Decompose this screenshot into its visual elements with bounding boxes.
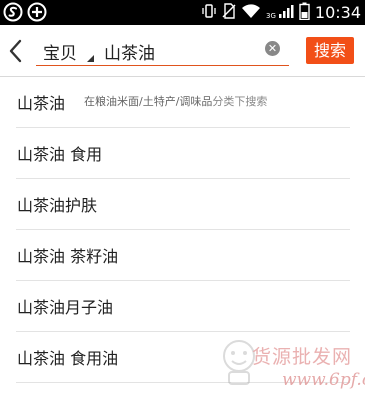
signal-icon (278, 3, 294, 23)
suggestion-text: 山茶油 食用 (17, 145, 103, 164)
search-box[interactable]: 宝贝 山茶油 ✕ (36, 32, 289, 66)
search-scope-selector[interactable]: 宝贝 (43, 39, 77, 64)
search-button[interactable]: 搜索 (306, 37, 354, 64)
suggestion-text: 山茶油护肤 (17, 196, 98, 215)
wifi-icon (241, 3, 261, 23)
category-hint-categories: 在粮油米面/土特产/调味品 (84, 95, 213, 108)
add-circle-icon (27, 2, 47, 26)
suggestion-item[interactable]: 山茶油 食用 (0, 128, 365, 179)
suggestion-item[interactable]: 山茶油护肤 (0, 179, 365, 230)
suggestion-list: 山茶油 在粮油米面/土特产/调味品分类下搜索 山茶油 食用 山茶油护肤 山茶油 … (0, 77, 365, 383)
suggestion-item[interactable]: 山茶油 在粮油米面/土特产/调味品分类下搜索 (0, 77, 365, 128)
suggestion-text: 山茶油 (17, 94, 66, 113)
suggestion-text: 山茶油月子油 (17, 298, 114, 317)
sogou-icon (3, 2, 23, 26)
category-hint[interactable]: 在粮油米面/土特产/调味品分类下搜索 (84, 93, 267, 109)
suggestion-item[interactable]: 山茶油月子油 (0, 281, 365, 332)
search-input[interactable]: 山茶油 (104, 39, 155, 64)
clock: 10:34 (314, 3, 361, 22)
status-bar: 3G 10:34 (0, 0, 365, 25)
category-hint-suffix: 分类下搜索 (212, 95, 268, 108)
suggestion-text: 山茶油 食用油 (17, 349, 119, 368)
network-type: 3G (266, 12, 276, 20)
search-header: 宝贝 山茶油 ✕ 搜索 (0, 25, 365, 77)
no-sim-icon (222, 2, 236, 23)
scope-dropdown-icon[interactable] (87, 55, 94, 62)
battery-icon (299, 2, 310, 24)
chevron-left-icon (9, 39, 22, 63)
vibrate-icon (201, 3, 217, 23)
suggestion-text: 山茶油 茶籽油 (17, 247, 119, 266)
suggestion-item[interactable]: 山茶油 茶籽油 (0, 230, 365, 281)
clear-icon[interactable]: ✕ (265, 41, 280, 56)
divider (16, 382, 350, 383)
suggestion-item[interactable]: 山茶油 食用油 (0, 332, 365, 383)
back-button[interactable] (6, 38, 26, 64)
